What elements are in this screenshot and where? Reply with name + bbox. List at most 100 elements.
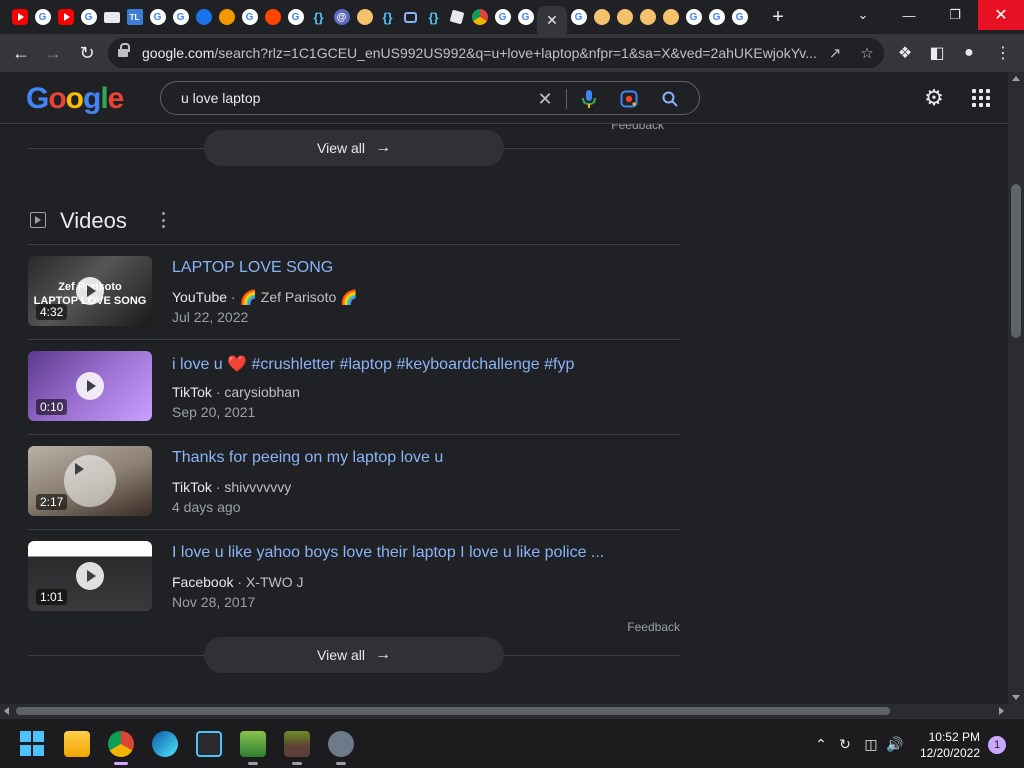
edge-icon[interactable] [152,731,178,757]
browser-tab[interactable]: {} [422,6,445,28]
video-title-link[interactable]: I love u like yahoo boys love their lapt… [172,544,604,562]
bookmark-star-icon[interactable]: ☆ [858,44,876,62]
view-all-button-top[interactable]: View all → [204,130,504,166]
scroll-right-arrow-icon[interactable] [999,707,1004,715]
video-thumbnail[interactable]: Zef Parisoto LAPTOP LOVE SONG 4:32 [28,256,152,326]
close-window-button[interactable]: ✕ [978,0,1024,30]
file-explorer-icon[interactable] [64,731,90,757]
notification-badge[interactable]: 1 [988,736,1006,754]
search-input[interactable]: u love laptop [181,90,260,106]
browser-tab[interactable]: G [491,6,514,28]
volume-icon[interactable]: 🔊 [886,736,904,752]
settings-icon[interactable] [328,731,354,765]
clock-date[interactable]: 12/20/2022 [912,746,980,760]
new-tab-button[interactable]: + [768,6,788,28]
browser-tab[interactable] [636,6,659,28]
video-thumbnail[interactable]: 0:10 [28,351,152,421]
browser-tab[interactable]: G [705,6,728,28]
scrollbar-thumb[interactable] [16,707,890,715]
sync-icon[interactable]: ↻ [836,736,854,752]
scroll-left-arrow-icon[interactable] [4,707,9,715]
video-thumbnail[interactable]: 1:01 [28,541,152,611]
lock-icon[interactable] [118,43,130,58]
lens-search-icon[interactable] [618,88,640,110]
video-result[interactable]: 0:10 i love u ❤️ #crushletter #laptop #k… [28,340,680,435]
view-all-videos-button[interactable]: View all → [204,637,504,673]
browser-tab[interactable]: TL [123,6,146,28]
reload-button[interactable]: ↻ [74,40,100,66]
minecraft-icon[interactable] [284,731,310,765]
play-icon[interactable] [76,372,104,400]
google-logo[interactable]: Google [26,82,124,116]
scrollbar-thumb[interactable] [1011,184,1021,338]
show-hidden-icons-chevron-icon[interactable]: ⌃ [812,736,830,752]
browser-tab[interactable]: G [31,6,54,28]
profile-icon[interactable]: ● [956,40,982,66]
google-apps-icon[interactable] [972,89,990,107]
browser-tab[interactable] [399,6,422,28]
network-icon[interactable]: ◫ [862,736,880,752]
search-submit-icon[interactable] [659,88,681,110]
browser-tab[interactable] [8,6,31,28]
browser-tab[interactable]: G [567,6,590,28]
back-button[interactable]: ← [8,40,34,66]
restore-button[interactable]: ❐ [932,0,978,30]
browser-tab[interactable]: G [514,6,537,28]
scroll-down-arrow-icon[interactable] [1012,695,1020,700]
side-panel-icon[interactable]: ◧ [924,40,950,66]
chrome-taskbar-icon[interactable] [108,731,134,765]
tab-search-button[interactable]: ⌄ [840,0,886,30]
microsoft-store-icon[interactable] [196,731,222,757]
video-title-link[interactable]: i love u ❤️ #crushletter #laptop #keyboa… [172,354,574,374]
browser-tab[interactable]: G [682,6,705,28]
browser-tab[interactable]: @ [330,6,353,28]
start-button-windows-icon[interactable] [20,731,46,757]
active-tab-close-button[interactable]: ✕ [537,6,567,34]
scroll-up-arrow-icon[interactable] [1012,76,1020,81]
video-result[interactable]: 2:17 Thanks for peeing on my laptop love… [28,435,680,530]
browser-tab[interactable]: G [238,6,261,28]
browser-tab[interactable]: G [284,6,307,28]
browser-tab[interactable] [192,6,215,28]
video-title-link[interactable]: LAPTOP LOVE SONG [172,259,333,277]
chrome-menu-icon[interactable]: ⋮ [990,40,1016,66]
browser-tab[interactable]: {} [307,6,330,28]
more-options-icon[interactable] [160,212,166,228]
play-icon[interactable] [76,277,104,305]
browser-tab[interactable]: G [77,6,100,28]
play-icon[interactable] [64,455,116,507]
clock-time[interactable]: 10:52 PM [912,730,980,744]
minimize-button[interactable]: — [886,0,932,30]
feedback-link[interactable]: Feedback [627,620,680,634]
forward-button[interactable]: → [40,40,66,66]
browser-tab[interactable]: G [728,6,751,28]
play-icon[interactable] [76,562,104,590]
browser-tab[interactable]: G [169,6,192,28]
vertical-scrollbar[interactable] [1008,72,1024,704]
clear-search-icon[interactable]: ✕ [534,88,556,110]
address-bar[interactable]: google.com/search?rlz=1C1GCEU_enUS992US9… [108,38,884,68]
browser-tab[interactable]: G [146,6,169,28]
browser-tab[interactable] [659,6,682,28]
browser-tab[interactable] [613,6,636,28]
video-result[interactable]: 1:01 I love u like yahoo boys love their… [28,530,680,625]
video-thumbnail[interactable]: 2:17 [28,446,152,516]
search-box[interactable]: u love laptop ✕ [160,81,700,115]
horizontal-scrollbar[interactable] [0,704,1008,718]
extensions-puzzle-icon[interactable]: ❖ [892,40,918,66]
share-icon[interactable]: ↗ [826,44,844,62]
video-result[interactable]: Zef Parisoto LAPTOP LOVE SONG 4:32 LAPTO… [28,245,680,340]
browser-tab[interactable] [353,6,376,28]
notepad-plus-plus-icon[interactable] [240,731,266,765]
browser-tab[interactable] [215,6,238,28]
settings-gear-icon[interactable]: ⚙ [922,86,946,110]
browser-tab[interactable] [54,6,77,28]
browser-tab[interactable] [590,6,613,28]
video-title-link[interactable]: Thanks for peeing on my laptop love u [172,449,443,467]
voice-search-icon[interactable] [578,88,600,110]
url-text[interactable]: google.com/search?rlz=1C1GCEU_enUS992US9… [142,45,822,61]
browser-tab[interactable]: {} [376,6,399,28]
browser-tab[interactable] [468,6,491,28]
browser-tab[interactable] [261,6,284,28]
browser-tab[interactable] [100,6,123,28]
